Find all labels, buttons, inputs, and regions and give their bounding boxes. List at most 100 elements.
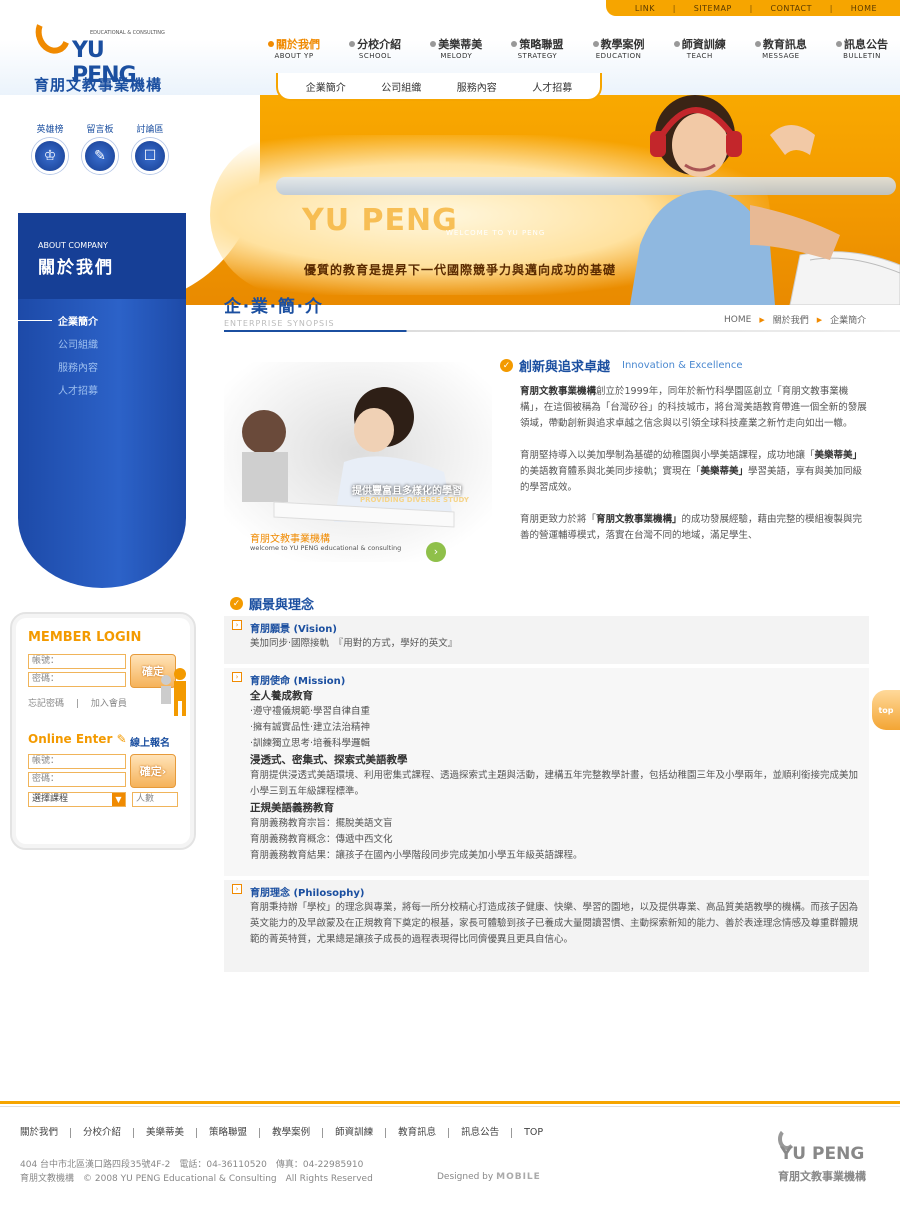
sidebar-menu: 企業簡介 公司組織 服務內容 人才招募 [18,309,186,401]
intro-bold: 育朋文教事業機構 [520,386,597,397]
footer-link-top[interactable]: TOP [511,1128,555,1138]
people-icon [161,668,186,716]
page-title-zh: 企‧業‧簡‧介 [224,297,324,317]
intro-text: 育朋文教事業機構創立於1999年，同年於新竹科學園區創立「育朋文教事業機構」，在… [520,384,870,564]
sidebar-item-services[interactable]: 服務內容 [18,355,186,378]
footer-link[interactable]: 分校介紹 [70,1128,133,1138]
people-count-field[interactable]: 人數 [132,792,178,807]
logo-tagline: EDUCATIONAL & CONSULTING [90,30,165,36]
nav-sublabel: EDUCATION [595,52,642,60]
vision-heading-text: 願景與理念 [249,598,315,613]
pencil-icon: ✎ [82,138,118,174]
nav-about[interactable]: 關於我們 ABOUT YP [268,36,320,64]
vision-heading: ✓ 願景與理念 [230,594,314,613]
footer-link[interactable]: 策略聯盟 [196,1128,259,1138]
nav-education[interactable]: 教學案例 EDUCATION [592,36,645,64]
banner-title: YU PENG [302,203,458,238]
course-select[interactable]: 選擇課程 ▼ [28,792,126,807]
back-to-top-button[interactable]: top [872,690,900,730]
footer-logo: YU PENG 育朋文教事業機構 [776,1126,876,1186]
intro-heading-zh: 創新與追求卓越 [519,360,611,375]
online-ok-button[interactable]: 確定 › [130,754,176,788]
ok-label: 確定 [139,765,162,778]
quick-link-guestbook[interactable]: 留言板 ✎ [80,122,120,178]
footer-link[interactable]: 教學案例 [259,1128,322,1138]
subnav-item-synopsis[interactable]: 企業簡介 [306,79,346,94]
nav-label: 關於我們 [276,38,320,51]
nav-teach[interactable]: 師資訓練 TEACH [673,36,726,64]
join-member-link[interactable]: 加入會員 [91,699,127,709]
separator: | [749,3,753,13]
image-caption-2-en: welcome to YU PENG educational & consult… [250,544,402,552]
nav-sublabel: BULLETIN [843,52,881,60]
nav-message[interactable]: 教育訊息 MESSAGE [754,36,807,64]
password-field[interactable]: 密碼： [28,672,126,687]
online-enter-subtitle: 線上報名 [130,738,170,749]
mission-subheading: 浸透式、密集式、探索式美語教學 [250,754,408,766]
quick-link-forum[interactable]: 討論區 ☐ [130,122,170,178]
footer-link[interactable]: 美樂蒂美 [133,1128,196,1138]
footer-logo-en: YU PENG [780,1144,865,1164]
footer-info: 404 台中市北區漢口路四段35號4F-2 電話：04-36110520 傳真：… [20,1158,373,1186]
mission-title: 育朋使命 (Mission) [250,676,346,687]
nav-label: 策略聯盟 [519,38,564,51]
nav-dot-icon [835,41,842,47]
separator: | [829,3,833,13]
footer-link[interactable]: 關於我們 [20,1128,70,1138]
subnav-item-services[interactable]: 服務內容 [457,79,497,94]
nav-sublabel: TEACH [686,52,713,60]
util-link-sitemap[interactable]: SITEMAP [694,4,732,13]
nav-sublabel: MESSAGE [762,52,800,60]
sidebar-item-recruitment[interactable]: 人才招募 [18,378,186,401]
image-caption-2: 育朋文教事業機構 [250,534,330,545]
site-logo[interactable]: EDUCATIONAL & CONSULTING YU PENG 育朋文教事業機… [30,9,172,94]
footer-nav: 關於我們 分校介紹 美樂蒂美 策略聯盟 教學案例 師資訓練 教育訊息 訊息公告 … [20,1128,555,1138]
breadcrumb-home[interactable]: HOME [724,315,751,325]
designer-name[interactable]: MOBILE [496,1172,541,1182]
sub-nav: 企業簡介 公司組織 服務內容 人才招募 [276,73,602,101]
nav-bulletin[interactable]: 訊息公告 BULLETIN [835,36,888,64]
footer-link[interactable]: 師資訓練 [322,1128,385,1138]
nav-melody[interactable]: 美樂蒂美 MELODY [430,36,482,64]
nav-dot-icon [754,41,761,47]
breadcrumb-about[interactable]: 關於我們 [773,313,809,326]
designed-by-label: Designed by [437,1172,494,1182]
image-caption-1: 提供豐富且多樣化的學習 [352,486,462,497]
vision-title: 育朋願景 (Vision) [250,624,337,635]
footer-copyright: 育朋文教機構 © 2008 YU PENG Educational & Cons… [20,1174,373,1184]
nav-strategy[interactable]: 策略聯盟 STRATEGY [511,36,563,64]
sidebar-item-organization[interactable]: 公司組織 [18,332,186,355]
chat-icon: ☐ [132,138,168,174]
footer-link[interactable]: 教育訊息 [385,1128,448,1138]
footer-address: 404 台中市北區漢口路四段35號4F-2 電話：04-36110520 傳真：… [20,1160,364,1170]
quick-link-label: 討論區 [136,125,164,135]
nav-label: 分校介紹 [357,38,402,51]
page-title: 企‧業‧簡‧介 ENTERPRISE SYNOPSIS [224,292,335,328]
util-link-contact[interactable]: CONTACT [771,4,812,13]
nav-sublabel: ABOUT YP [274,52,314,60]
mission-line: ‧擁有誠實品性‧建立法治精神 [250,722,371,733]
account-field[interactable]: 帳號： [28,654,126,669]
mission-line: ‧遵守禮儀規範‧學習自律自重 [250,706,371,717]
login-links: 忘記密碼 | 加入會員 [28,696,127,709]
main-nav: 關於我們 ABOUT YP 分校介紹 SCHOOL 美樂蒂美 MELODY 策略聯盟 S… [268,36,888,64]
nav-school[interactable]: 分校介紹 SCHOOL [349,36,401,64]
sidebar-item-synopsis[interactable]: 企業簡介 [18,309,186,332]
forgot-password-link[interactable]: 忘記密碼 [28,699,64,709]
nav-label: 教育訊息 [762,38,807,51]
mission-content: 全人養成教育 ‧遵守禮儀規範‧學習自律自重 ‧擁有誠實品性‧建立法治精神 ‧訓練獨立思… [250,688,860,864]
footer-link[interactable]: 訊息公告 [448,1128,511,1138]
subnav-item-organization[interactable]: 公司組織 [381,79,421,94]
online-password-field[interactable]: 密碼： [28,772,126,787]
subnav-item-recruitment[interactable]: 人才招募 [532,79,572,94]
chevron-down-icon: ▼ [112,793,125,806]
quick-link-heroes[interactable]: 英雄榜 ♔ [30,122,70,178]
logo-text-cn: 育朋文教事業機構 [34,76,163,94]
util-link-home[interactable]: HOME [851,4,877,13]
arrow-right-icon[interactable]: › [426,542,446,562]
online-account-field[interactable]: 帳號： [28,754,126,769]
quick-link-label: 留言板 [86,125,114,135]
online-enter-label: Online Enter [28,732,113,746]
util-link-link[interactable]: LINK [635,4,655,13]
sidebar-title-zh: 關於我們 [38,258,114,278]
